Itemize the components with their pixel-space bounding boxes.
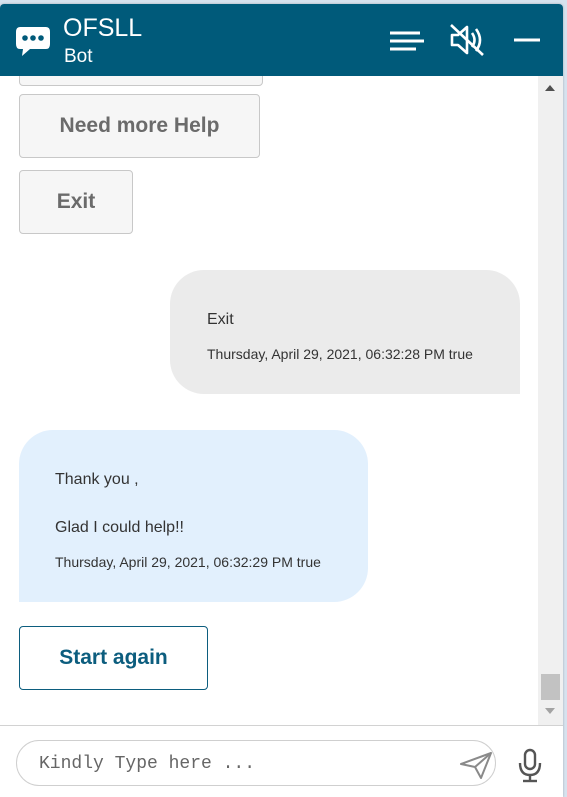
- user-message-text: Exit: [207, 311, 234, 328]
- user-message-timestamp: Thursday, April 29, 2021, 06:32:28 PM tr…: [207, 346, 473, 362]
- scroll-down-icon[interactable]: [545, 708, 555, 714]
- option-label: Need more Help: [59, 114, 220, 137]
- bot-message-line: Glad I could help!!: [55, 519, 184, 536]
- start-again-button[interactable]: Start again: [19, 626, 208, 690]
- menu-icon[interactable]: [386, 22, 426, 58]
- exit-button[interactable]: Exit: [19, 170, 133, 234]
- scroll-thumb[interactable]: [541, 674, 560, 700]
- chat-bubble-icon: [14, 24, 52, 58]
- chat-header: OFSLL Bot: [0, 4, 563, 76]
- need-more-help-button[interactable]: Need more Help: [19, 94, 260, 158]
- microphone-icon[interactable]: [516, 748, 544, 784]
- option-button-partial[interactable]: [19, 76, 263, 86]
- bot-subtitle: Bot: [64, 46, 93, 67]
- message-input-box: [16, 740, 496, 786]
- minimize-icon[interactable]: [508, 22, 548, 58]
- bot-title: OFSLL: [63, 14, 143, 42]
- scrollbar[interactable]: [538, 76, 563, 725]
- scroll-up-icon[interactable]: [545, 85, 555, 91]
- speaker-muted-icon[interactable]: [446, 22, 486, 58]
- conversation-pane: Need more Help Exit Exit Thursday, April…: [0, 76, 563, 725]
- send-icon[interactable]: [459, 751, 493, 779]
- chat-widget: OFSLL Bot Need more Help Exit Exit Thurs…: [0, 4, 563, 797]
- option-label: Exit: [56, 190, 96, 213]
- message-input[interactable]: [37, 750, 441, 778]
- user-message-bubble: Exit Thursday, April 29, 2021, 06:32:28 …: [170, 270, 520, 394]
- bot-message-timestamp: Thursday, April 29, 2021, 06:32:29 PM tr…: [55, 554, 321, 570]
- bot-message-line: Thank you ,: [55, 471, 139, 488]
- chat-footer: [0, 725, 563, 797]
- start-again-label: Start again: [59, 646, 168, 669]
- bot-message-bubble: Thank you , Glad I could help!! Thursday…: [19, 430, 368, 602]
